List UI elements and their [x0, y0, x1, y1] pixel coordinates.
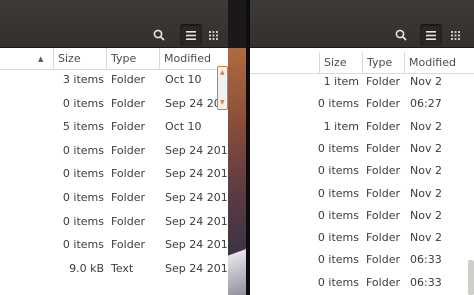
headerbar — [0, 0, 228, 48]
grid-view-icon — [450, 30, 460, 40]
list-item[interactable]: 0 items Folder Nov 2 — [250, 183, 474, 205]
size-cell: 0 items — [317, 208, 359, 222]
list-item[interactable]: 1 item Folder Nov 2 — [250, 116, 474, 138]
modified-cell: Nov 2 — [410, 231, 442, 245]
type-cell: Folder — [366, 119, 400, 133]
modified-cell: Nov 2 — [410, 119, 442, 133]
size-cell: 0 items — [317, 275, 359, 289]
search-icon — [395, 29, 407, 41]
type-cell: Folder — [366, 231, 400, 245]
file-manager-window-right: Size Type Modified 1 item Folder Nov 20 it… — [250, 0, 474, 295]
type-cell: Folder — [366, 275, 400, 289]
modified-cell: Oct 10 — [165, 73, 202, 86]
modified-cell: Sep 24 2014 — [165, 261, 228, 275]
modified-cell: Nov 2 — [410, 164, 442, 178]
type-cell: Folder — [111, 191, 145, 204]
type-cell: Folder — [366, 141, 400, 155]
modified-cell: Nov 2 — [410, 141, 442, 155]
sort-ascending-icon[interactable]: ▲ — [38, 48, 43, 70]
modified-cell: Nov 2 — [410, 186, 442, 200]
list-view-icon — [426, 30, 436, 40]
column-size[interactable]: Size — [53, 48, 105, 70]
list-item[interactable]: 0 items Folder Sep 24 2014 — [0, 162, 228, 186]
type-cell: Folder — [111, 238, 145, 252]
grid-view-button[interactable] — [444, 24, 466, 46]
list-item[interactable]: 0 items Folder 06:33 — [250, 272, 474, 294]
size-cell: 5 items — [62, 120, 104, 134]
size-cell: 1 item — [323, 119, 359, 133]
type-cell: Folder — [111, 96, 145, 110]
size-cell: 3 items — [62, 73, 104, 86]
scroll-up-icon[interactable]: ▲ — [220, 70, 226, 76]
size-cell: 0 items — [317, 164, 359, 178]
type-cell: Folder — [111, 167, 145, 181]
modified-cell: Nov 2 — [410, 75, 442, 88]
column-header: ▲ Size Type Modified — [0, 48, 228, 70]
list-item[interactable]: 0 items Folder Sep 24 2014 — [0, 139, 228, 163]
type-cell: Folder — [366, 186, 400, 200]
list-view-icon — [186, 30, 196, 40]
list-item[interactable]: 1 item Folder Nov 2 — [250, 71, 474, 93]
grid-view-button[interactable] — [202, 24, 224, 46]
type-cell: Folder — [366, 75, 400, 88]
list-item[interactable]: 0 items Folder 06:33 — [250, 249, 474, 271]
list-item[interactable]: 0 items Folder Nov 2 — [250, 205, 474, 227]
type-cell: Folder — [111, 214, 145, 228]
type-cell: Folder — [111, 73, 145, 86]
type-cell: Folder — [366, 253, 400, 267]
modified-cell: Sep 24 2014 — [165, 143, 228, 157]
list-item[interactable]: 0 items Folder Sep 24 2014 — [0, 233, 228, 257]
search-button[interactable] — [390, 24, 412, 46]
size-cell: 0 items — [62, 143, 104, 157]
modified-cell: Oct 10 — [165, 120, 202, 134]
size-cell: 1 item — [323, 75, 359, 88]
scrollbar[interactable]: ▲ ▼ — [217, 66, 228, 110]
headerbar — [250, 0, 474, 48]
scrollbar[interactable] — [468, 260, 474, 295]
modified-cell: Sep 24 2014 — [165, 167, 228, 181]
modified-cell: Sep 24 2014 — [165, 238, 228, 252]
type-cell: Folder — [111, 120, 145, 134]
list-item[interactable]: 0 items Folder Sep 24 2014 — [0, 186, 228, 210]
size-cell: 0 items — [62, 96, 104, 110]
list-view-button[interactable] — [420, 24, 442, 46]
list-view-button[interactable] — [180, 24, 202, 46]
modified-cell: Sep 24 2014 — [165, 191, 228, 204]
column-type[interactable]: Type — [106, 48, 158, 70]
size-cell: 0 items — [317, 97, 359, 111]
search-button[interactable] — [148, 24, 170, 46]
size-cell: 0 items — [62, 167, 104, 181]
scroll-down-icon[interactable]: ▼ — [220, 100, 226, 106]
modified-cell: 06:27 — [410, 97, 442, 111]
list-item[interactable]: 0 items Folder Nov 2 — [250, 138, 474, 160]
search-icon — [153, 29, 165, 41]
size-cell: 9.0 kB — [69, 261, 104, 275]
size-cell: 0 items — [317, 231, 359, 245]
modified-cell: Nov 2 — [410, 208, 442, 222]
size-cell: 0 items — [62, 238, 104, 252]
file-manager-window-left: ▲ Size Type Modified 3 items Folder Oct 10… — [0, 0, 228, 295]
type-cell: Folder — [366, 164, 400, 178]
size-cell: 0 items — [317, 253, 359, 267]
grid-view-icon — [208, 30, 218, 40]
list-item[interactable]: 0 items Folder Nov 2 — [250, 227, 474, 249]
list-item[interactable]: 0 items Folder Sep 24 2014 — [0, 210, 228, 234]
list-item[interactable]: 0 items Folder 06:27 — [250, 93, 474, 115]
size-cell: 0 items — [317, 141, 359, 155]
list-item[interactable]: 3 items Folder Oct 10 — [0, 68, 228, 92]
list-item[interactable]: 0 items Folder Sep 24 2014 — [0, 92, 228, 116]
type-cell: Folder — [111, 143, 145, 157]
size-cell: 0 items — [317, 186, 359, 200]
size-cell: 0 items — [62, 214, 104, 228]
list-item[interactable]: 5 items Folder Oct 10 — [0, 115, 228, 139]
type-cell: Folder — [366, 97, 400, 111]
modified-cell: 06:33 — [410, 275, 442, 289]
list-item[interactable]: 0 items Folder Nov 2 — [250, 160, 474, 182]
list-item[interactable]: 9.0 kB Text Sep 24 2014 — [0, 257, 228, 281]
type-cell: Text — [111, 261, 134, 275]
modified-cell: 06:33 — [410, 253, 442, 267]
size-cell: 0 items — [62, 191, 104, 204]
modified-cell: Sep 24 2014 — [165, 214, 228, 228]
type-cell: Folder — [366, 208, 400, 222]
